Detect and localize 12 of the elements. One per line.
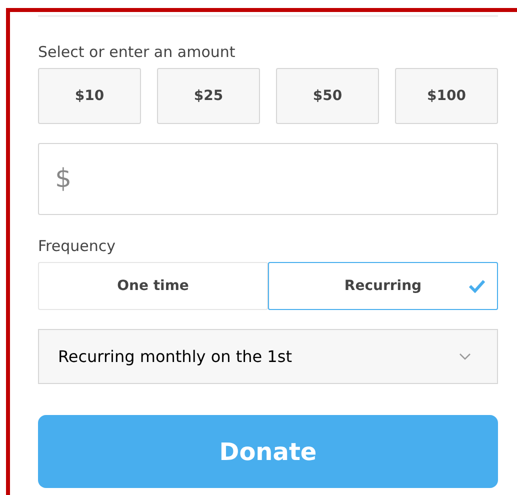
frequency-label: Frequency [38, 236, 116, 256]
amount-button[interactable]: $10 [38, 68, 141, 124]
chevron-down-icon [459, 353, 471, 360]
amount-button[interactable]: $100 [395, 68, 498, 124]
frequency-option[interactable]: Recurring [268, 262, 498, 310]
schedule-select[interactable]: Recurring monthly on the 1st [38, 329, 498, 384]
amount-button[interactable]: $50 [276, 68, 379, 124]
amount-label: Select or enter an amount [38, 42, 236, 62]
amount-button[interactable]: $25 [157, 68, 260, 124]
frequency-option[interactable]: One time [38, 262, 268, 310]
checkmark-icon [469, 279, 485, 293]
amount-field[interactable]: $ [38, 143, 498, 215]
